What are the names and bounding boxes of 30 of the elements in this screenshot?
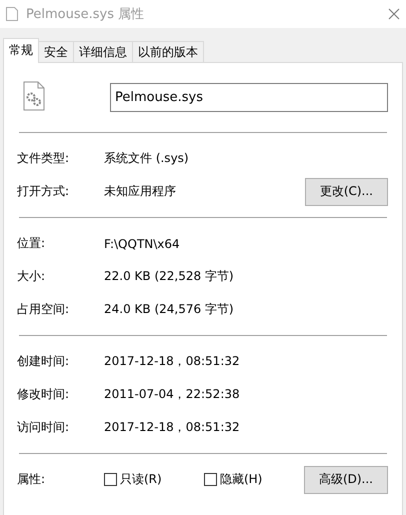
field-label: 位置: xyxy=(17,235,46,252)
field-label: 占用空间: xyxy=(17,301,70,318)
window-title: Pelmouse.sys 属性 xyxy=(26,6,146,23)
field-label: 属性: xyxy=(17,471,46,488)
field-label: 访问时间: xyxy=(17,419,70,436)
checkbox[interactable] xyxy=(104,473,117,486)
field-value: 2017-12-18，08:51:32 xyxy=(104,419,241,436)
close-icon[interactable] xyxy=(388,8,400,20)
checkbox-label[interactable]: 只读(R) xyxy=(120,471,162,488)
field-label: 大小: xyxy=(17,268,46,285)
field-value: 24.0 KB (24,576 字节) xyxy=(104,301,235,318)
field-value: F:\QQTN\x64 xyxy=(104,236,181,250)
file-gear-icon xyxy=(23,81,45,111)
field-value: 2017-12-18，08:51:32 xyxy=(104,353,241,370)
tab[interactable]: 以前的版本 xyxy=(132,41,204,63)
change-button[interactable]: 更改(C)... xyxy=(304,178,388,206)
checkbox[interactable] xyxy=(204,473,217,486)
checkbox-label[interactable]: 隐藏(H) xyxy=(220,471,262,488)
advanced-button[interactable]: 高级(D)... xyxy=(304,466,388,494)
field-value: 22.0 KB (22,528 字节) xyxy=(104,268,235,285)
file-icon xyxy=(6,7,18,21)
field-value: 未知应用程序 xyxy=(104,183,177,200)
field-value: 系统文件 (.sys) xyxy=(104,150,190,167)
field-label: 文件类型: xyxy=(17,150,70,167)
field-label: 修改时间: xyxy=(17,386,70,403)
field-label: 打开方式: xyxy=(17,183,70,200)
field-value: 2011-07-04，22:52:38 xyxy=(104,386,241,403)
field-label: 创建时间: xyxy=(17,353,70,370)
file-name-field[interactable]: Pelmouse.sys xyxy=(110,83,388,112)
tab[interactable]: 常规 xyxy=(3,38,39,63)
